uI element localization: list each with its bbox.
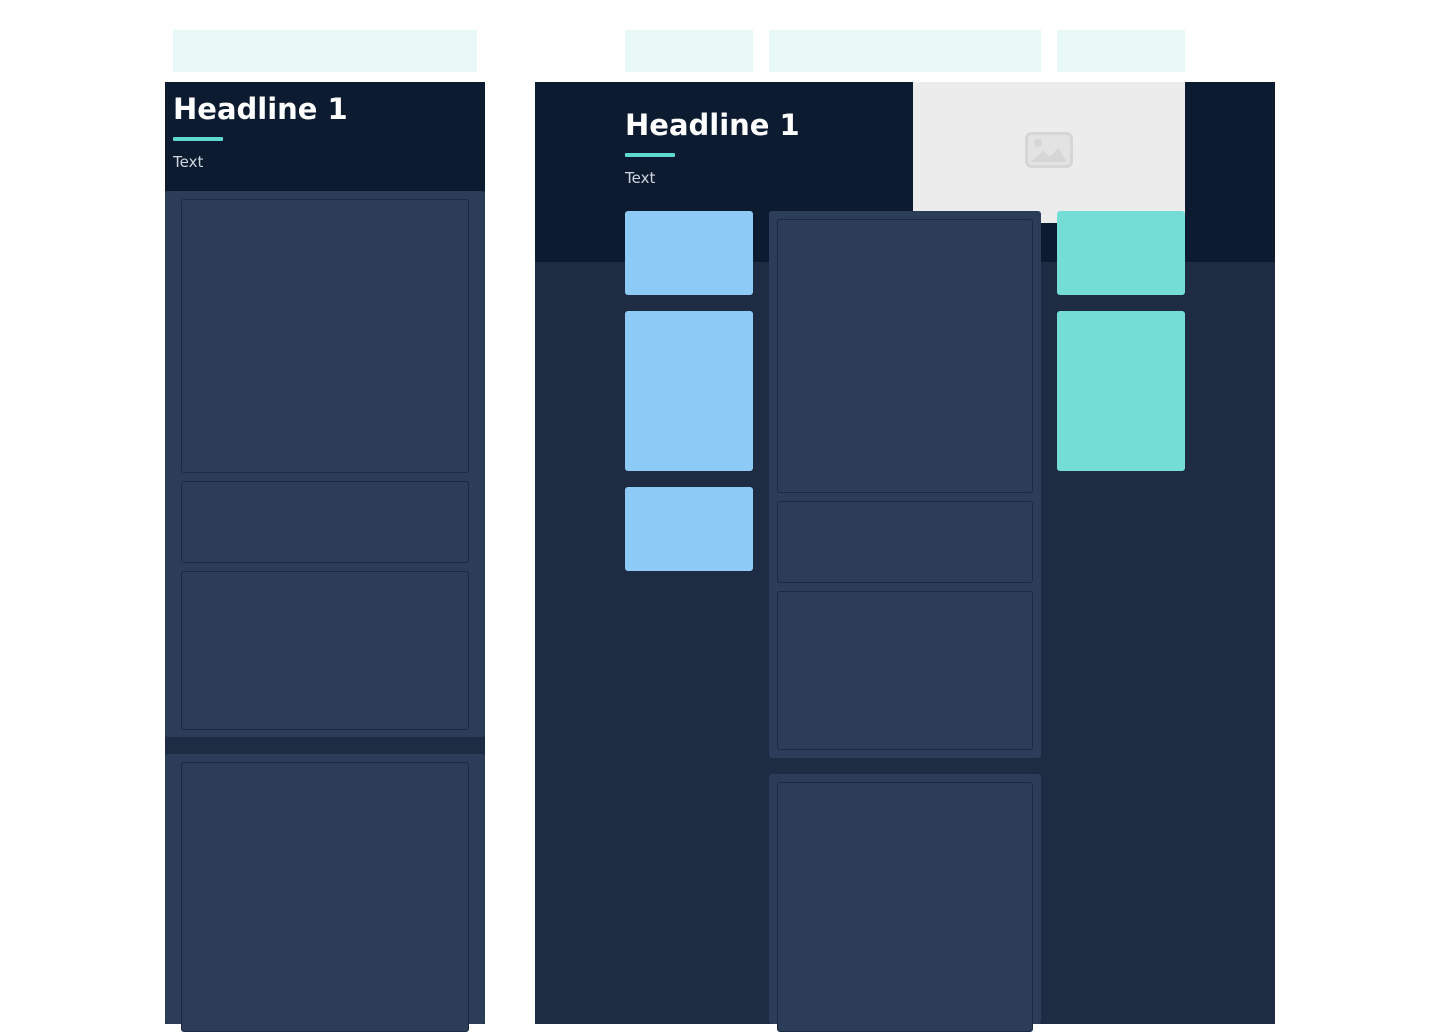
image-icon xyxy=(1025,132,1073,173)
desktop-card-small[interactable] xyxy=(777,501,1033,583)
desktop-top-bar-left xyxy=(625,30,753,72)
desktop-card-medium[interactable] xyxy=(777,591,1033,750)
teal-card-2[interactable] xyxy=(1057,311,1185,471)
desktop-headline-accent xyxy=(625,153,675,157)
mobile-headline: Headline 1 xyxy=(173,92,348,126)
desktop-top-bar-center xyxy=(769,30,1041,72)
blue-card-1[interactable] xyxy=(625,211,753,295)
mobile-card-bottom[interactable] xyxy=(181,762,469,1032)
mobile-card-small[interactable] xyxy=(181,481,469,563)
desktop-top-bar-right xyxy=(1057,30,1185,72)
teal-card-1[interactable] xyxy=(1057,211,1185,295)
mobile-text: Text xyxy=(173,153,204,171)
mobile-card-large[interactable] xyxy=(181,199,469,473)
desktop-headline: Headline 1 xyxy=(625,108,800,142)
blue-card-3[interactable] xyxy=(625,487,753,571)
mobile-headline-accent xyxy=(173,137,223,141)
hero-image-placeholder xyxy=(913,82,1185,223)
desktop-text: Text xyxy=(625,169,656,187)
desktop-card-large[interactable] xyxy=(777,219,1033,493)
mobile-card-medium[interactable] xyxy=(181,571,469,730)
blue-card-2[interactable] xyxy=(625,311,753,471)
mobile-top-bar xyxy=(173,30,477,72)
desktop-card-bottom[interactable] xyxy=(777,782,1033,1032)
